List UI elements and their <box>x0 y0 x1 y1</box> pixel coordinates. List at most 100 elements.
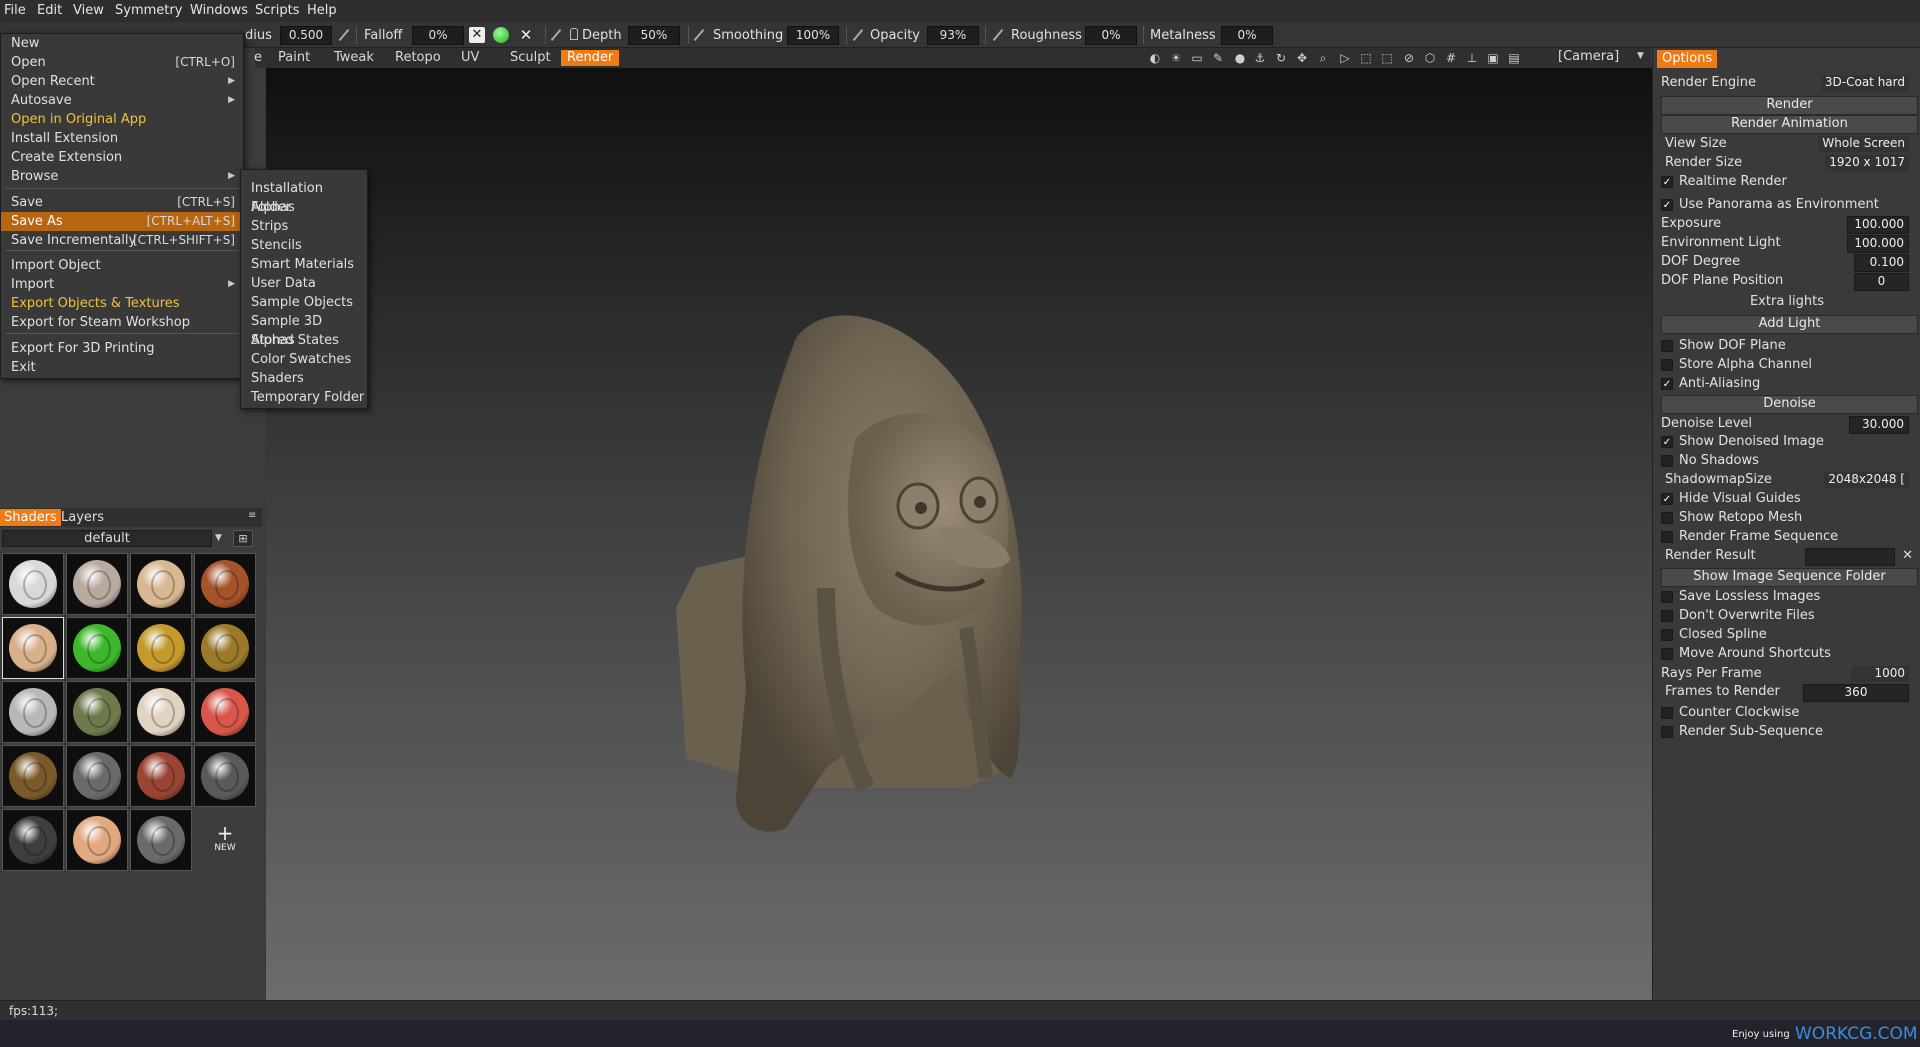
light-icon[interactable]: ☀ <box>1169 51 1183 65</box>
menu-help[interactable]: Help <box>307 3 337 18</box>
render-engine-select[interactable]: 3D-Coat hard <box>1820 75 1909 91</box>
denoise-level-field[interactable]: 30.000 <box>1849 416 1909 434</box>
all-icon[interactable]: ⬚ <box>1359 51 1373 65</box>
cross-icon[interactable]: ✕ <box>518 27 534 43</box>
menu-symmetry[interactable]: Symmetry <box>115 3 182 18</box>
play-icon[interactable]: ▷ <box>1338 51 1352 65</box>
menu-file[interactable]: File <box>4 3 26 18</box>
file-menu-item[interactable]: Save As [CTRL+ALT+S] <box>1 212 243 231</box>
new-shader-button[interactable]: + NEW <box>194 809 256 871</box>
file-menu-item[interactable]: Import Object <box>1 256 243 275</box>
shader-swatch[interactable] <box>130 617 192 679</box>
file-menu-item[interactable]: Install Extension <box>1 129 243 148</box>
file-menu-item[interactable]: Open [CTRL+O] <box>1 53 243 72</box>
store-alpha-checkbox[interactable]: Store Alpha Channel <box>1661 356 1913 374</box>
file-menu-item[interactable]: Browse ▶ <box>1 167 243 186</box>
view-size-select[interactable]: Whole Screen <box>1818 136 1909 152</box>
viewport[interactable] <box>266 68 1652 1000</box>
browse-menu-item[interactable]: Stencils <box>251 236 302 255</box>
file-menu-item[interactable]: Save [CTRL+S] <box>1 193 243 212</box>
shader-swatch[interactable] <box>66 617 128 679</box>
green-sphere-icon[interactable] <box>493 27 509 43</box>
file-menu-item[interactable]: Create Extension <box>1 148 243 167</box>
shader-swatch[interactable] <box>66 809 128 871</box>
image-icon[interactable]: ▭ <box>1190 51 1204 65</box>
smoothing-field[interactable]: 100% <box>787 26 839 45</box>
browse-menu-item[interactable]: Sample 3D Alphas <box>251 312 367 348</box>
pen-pressure-icon[interactable] <box>338 28 350 42</box>
tab-shaders[interactable]: Shaders <box>0 509 61 526</box>
counter-clockwise-checkbox[interactable]: Counter Clockwise <box>1661 704 1913 722</box>
rays-field[interactable]: 1000 <box>1851 666 1909 682</box>
denoise-button[interactable]: Denoise <box>1661 395 1918 414</box>
frame-icon[interactable]: ▣ <box>1486 51 1500 65</box>
shader-swatch[interactable] <box>130 809 192 871</box>
move-shortcuts-checkbox[interactable]: Move Around Shortcuts <box>1661 645 1913 663</box>
shader-swatch[interactable] <box>2 809 64 871</box>
panel-menu-icon[interactable]: ≡ <box>248 510 256 521</box>
file-menu-item[interactable]: Export For 3D Printing <box>1 339 243 358</box>
dof-degree-field[interactable]: 0.100 <box>1854 254 1909 272</box>
options-tab[interactable]: Options <box>1657 50 1718 68</box>
render-subseq-checkbox[interactable]: Render Sub-Sequence <box>1661 723 1913 741</box>
move-icon[interactable]: ✥ <box>1295 51 1309 65</box>
browse-menu-item[interactable]: Smart Materials <box>251 255 354 274</box>
opacity-label[interactable]: Opacity <box>870 28 920 43</box>
show-denoised-checkbox[interactable]: ✓ Show Denoised Image <box>1661 433 1913 451</box>
render-button[interactable]: Render <box>1661 96 1918 115</box>
browse-menu-item[interactable]: User Data <box>251 274 316 293</box>
menu-view[interactable]: View <box>73 3 104 18</box>
cube-icon[interactable]: ⬡ <box>1423 51 1437 65</box>
rotate-icon[interactable]: ↻ <box>1274 51 1288 65</box>
roughness-pen-icon[interactable] <box>992 28 1004 42</box>
frames-field[interactable]: 360 <box>1803 684 1909 702</box>
show-seq-folder-button[interactable]: Show Image Sequence Folder <box>1661 568 1918 587</box>
browse-menu-item[interactable]: Color Swatches <box>251 350 351 369</box>
anti-aliasing-checkbox[interactable]: ✓ Anti-Aliasing <box>1661 375 1913 393</box>
realtime-render-checkbox[interactable]: ✓ Realtime Render <box>1661 173 1913 191</box>
denoise-level-label[interactable]: Denoise Level <box>1661 416 1752 431</box>
metalness-field[interactable]: 0% <box>1221 26 1273 45</box>
falloff-field[interactable]: 0% <box>412 26 464 45</box>
file-menu-item[interactable]: Exit <box>1 358 243 377</box>
metalness-label[interactable]: Metalness <box>1150 28 1216 43</box>
shader-swatch[interactable] <box>2 681 64 743</box>
opacity-pen-icon[interactable] <box>852 28 864 42</box>
menu-scripts[interactable]: Scripts <box>255 3 299 18</box>
show-retopo-checkbox[interactable]: Show Retopo Mesh <box>1661 509 1913 527</box>
anchor-icon[interactable]: ⚓ <box>1253 51 1267 65</box>
env-light-field[interactable]: 100.000 <box>1847 235 1909 253</box>
depth-field[interactable]: 50% <box>628 26 680 45</box>
hide-guides-checkbox[interactable]: ✓ Hide Visual Guides <box>1661 490 1913 508</box>
shader-swatch[interactable] <box>66 681 128 743</box>
closed-spline-checkbox[interactable]: Closed Spline <box>1661 626 1913 644</box>
file-menu-item[interactable]: Export Objects & Textures <box>1 294 243 313</box>
axis-icon[interactable]: ⊥ <box>1465 51 1479 65</box>
render-size-select[interactable]: 1920 x 1017 <box>1825 155 1909 171</box>
file-menu-item[interactable]: Export for Steam Workshop <box>1 313 243 332</box>
browse-menu-item[interactable]: Temporary Folder <box>251 388 364 407</box>
file-menu-item[interactable]: Save Incrementally [CTRL+SHIFT+S] <box>1 231 243 250</box>
browse-menu-item[interactable]: Installation Folder <box>251 179 367 215</box>
smoothing-label[interactable]: Smoothing <box>713 28 783 43</box>
render-frame-seq-checkbox[interactable]: Render Frame Sequence <box>1661 528 1913 546</box>
no-icon[interactable]: ⊘ <box>1402 51 1416 65</box>
render-animation-button[interactable]: Render Animation <box>1661 115 1918 134</box>
browse-menu-item[interactable]: Sample Objects <box>251 293 353 312</box>
save-lossless-checkbox[interactable]: Save Lossless Images <box>1661 588 1913 606</box>
drop-icon[interactable]: ● <box>1233 51 1247 65</box>
env-light-label[interactable]: Environment Light <box>1661 235 1781 250</box>
shading-icon[interactable]: ◐ <box>1148 51 1162 65</box>
shader-swatch[interactable] <box>194 553 256 615</box>
shader-swatch[interactable] <box>130 745 192 807</box>
room-tab-uv[interactable]: UV <box>455 50 485 66</box>
shader-swatch[interactable] <box>130 553 192 615</box>
depth-pen-icon[interactable] <box>550 28 562 42</box>
shader-swatch[interactable] <box>2 617 64 679</box>
shader-swatch[interactable] <box>194 681 256 743</box>
dof-plane-label[interactable]: DOF Plane Position <box>1661 273 1783 288</box>
add-light-button[interactable]: Add Light <box>1661 315 1918 334</box>
browse-menu-item[interactable]: Alphas <box>251 198 295 217</box>
roughness-label[interactable]: Roughness <box>1011 28 1082 43</box>
grid-icon[interactable]: # <box>1444 51 1458 65</box>
